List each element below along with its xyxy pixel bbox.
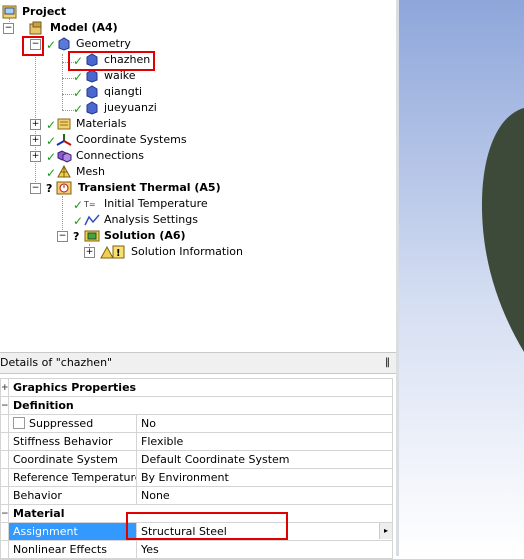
expand-toggle[interactable]: +: [84, 247, 95, 258]
tree-label-mesh: Mesh: [76, 165, 105, 178]
svg-text:!: !: [116, 248, 121, 259]
property-row[interactable]: Reference Temperature By Environment: [0, 468, 393, 487]
check-icon: ✓: [73, 214, 84, 228]
property-value[interactable]: By Environment: [136, 468, 393, 487]
expand-toggle[interactable]: +: [30, 135, 41, 146]
coordinate-axes-icon: [56, 134, 72, 146]
expand-toggle[interactable]: +: [0, 378, 9, 397]
dropdown-arrow-icon[interactable]: ▸: [379, 523, 392, 539]
property-name: Stiffness Behavior: [8, 432, 137, 451]
outline-tree: Project − Model (A4) − ✓ Geometry ✓ chaz…: [0, 0, 396, 352]
check-icon: ✓: [46, 38, 57, 52]
expand-toggle[interactable]: +: [30, 151, 41, 162]
property-name: Suppressed: [8, 414, 137, 433]
check-icon: ✓: [73, 86, 84, 100]
details-panel: Details of "chazhen" ‖ + Graphics Proper…: [0, 352, 396, 559]
tree-label-initial-temperature: Initial Temperature: [104, 197, 208, 210]
initial-temperature-icon: T=: [84, 200, 96, 209]
annotation-highlight: [68, 51, 155, 71]
annotation-highlight: [126, 512, 288, 540]
group-label: Graphics Properties: [8, 378, 393, 397]
question-mark-icon: ?: [73, 230, 80, 243]
property-row[interactable]: Suppressed No: [0, 414, 393, 433]
body-icon: [86, 85, 98, 99]
tree-label-geometry: Geometry: [76, 37, 131, 50]
tree-label-project: Project: [22, 5, 67, 18]
check-icon: ✓: [73, 70, 84, 84]
check-icon: ✓: [73, 198, 84, 212]
collapse-toggle[interactable]: −: [30, 183, 41, 194]
analysis-settings-icon: [84, 214, 100, 226]
body-icon: [86, 69, 98, 83]
property-name: Behavior: [8, 486, 137, 505]
group-row-graphics[interactable]: + Graphics Properties: [0, 378, 393, 397]
collapse-toggle[interactable]: −: [0, 396, 9, 415]
property-row[interactable]: Coordinate System Default Coordinate Sys…: [0, 450, 393, 469]
property-value[interactable]: Flexible: [136, 432, 393, 451]
body-shape: [481, 108, 524, 352]
property-row[interactable]: Stiffness Behavior Flexible: [0, 432, 393, 451]
svg-text:T=: T=: [84, 200, 96, 209]
expand-toggle[interactable]: +: [30, 119, 41, 130]
property-name: Reference Temperature: [8, 468, 137, 487]
project-icon: [2, 5, 17, 19]
tree-label-body: qiangti: [104, 85, 143, 98]
collapse-toggle[interactable]: −: [57, 231, 68, 242]
details-title-bar: Details of "chazhen" ‖: [0, 352, 396, 374]
body-icon: [86, 101, 98, 115]
tree-label-solution: Solution (A6): [104, 229, 186, 242]
property-name: Coordinate System: [8, 450, 137, 469]
tree-label-connections: Connections: [76, 149, 144, 162]
geometry-icon: [58, 37, 70, 51]
connections-icon: [57, 150, 72, 163]
annotation-highlight: [22, 36, 44, 56]
check-icon: ✓: [46, 166, 57, 180]
check-icon: ✓: [46, 150, 57, 164]
solution-information-icon: !: [100, 245, 125, 259]
solution-icon: [84, 230, 100, 242]
pin-icon[interactable]: ‖: [385, 353, 390, 373]
collapse-toggle[interactable]: −: [0, 504, 9, 523]
property-name: Assignment: [8, 522, 137, 541]
group-label: Definition: [8, 396, 393, 415]
question-mark-icon: ?: [46, 182, 53, 195]
checkbox[interactable]: [13, 417, 25, 429]
materials-icon: [57, 118, 71, 130]
tree-line: [62, 196, 63, 236]
property-row[interactable]: Behavior None: [0, 486, 393, 505]
check-icon: ✓: [46, 134, 57, 148]
transient-thermal-icon: [56, 181, 72, 195]
tree-label-materials: Materials: [76, 117, 127, 130]
check-icon: ✓: [46, 118, 57, 132]
tree-label-body: jueyuanzi: [104, 101, 157, 114]
details-title: Details of "chazhen": [0, 356, 113, 369]
tree-label-solution-information: Solution Information: [131, 245, 243, 258]
check-icon: ✓: [73, 102, 84, 116]
property-value[interactable]: Default Coordinate System: [136, 450, 393, 469]
property-value[interactable]: No: [136, 414, 393, 433]
collapse-toggle[interactable]: −: [3, 23, 14, 34]
tree-label-coordinate-systems: Coordinate Systems: [76, 133, 187, 146]
mesh-icon: [57, 165, 71, 178]
tree-label-model: Model (A4): [50, 21, 118, 34]
tree-label-transient-thermal: Transient Thermal (A5): [78, 181, 221, 194]
model-icon: [29, 21, 42, 35]
tree-label-analysis-settings: Analysis Settings: [104, 213, 198, 226]
property-value[interactable]: None: [136, 486, 393, 505]
graphics-viewport[interactable]: [399, 0, 524, 556]
group-row-definition[interactable]: − Definition: [0, 396, 393, 415]
